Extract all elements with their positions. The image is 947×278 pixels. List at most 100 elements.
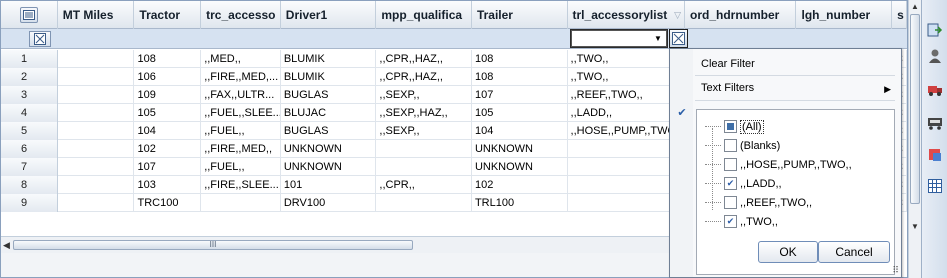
table-cell[interactable]: ,,SEXP,, [376,122,472,140]
table-cell[interactable] [568,140,685,158]
filter-value-item[interactable]: ✔ ,,TWO,, [705,214,778,229]
filter-value-item[interactable]: (Blanks) [705,138,780,153]
table-cell[interactable]: ,,MED,, [201,50,281,68]
table-cell[interactable]: ,,SEXP,,HAZ,, [376,104,472,122]
dispatch-icon[interactable] [925,145,945,165]
user-icon[interactable] [925,46,945,66]
table-cell[interactable]: 103 [134,176,202,194]
truck-icon[interactable] [925,80,945,100]
table-cell[interactable]: ,,CPR,,HAZ,, [376,50,472,68]
table-cell[interactable]: UNKNOWN [281,158,377,176]
grid-view-icon[interactable] [925,176,945,196]
table-cell[interactable] [568,194,685,212]
column-header-trailer[interactable]: Trailer [472,1,568,29]
row-header[interactable]: 1 [1,50,58,68]
column-header-tractor[interactable]: Tractor [134,1,202,29]
row-header[interactable]: 4 [1,104,58,122]
column-header-trc-accesso[interactable]: trc_accesso [201,1,281,29]
scroll-left-icon[interactable]: ◀ [3,240,10,251]
table-cell[interactable] [376,194,472,212]
table-cell[interactable] [568,176,685,194]
column-header-lgh-number[interactable]: lgh_number [796,1,893,29]
table-cell[interactable] [58,86,135,104]
table-cell[interactable]: 105 [134,104,202,122]
table-cell[interactable] [376,140,472,158]
ok-button[interactable]: OK [758,241,818,263]
table-cell[interactable] [58,176,135,194]
table-cell[interactable]: 106 [134,68,202,86]
column-header-ord-hdrnumber[interactable]: ord_hdrnumber [685,1,797,29]
table-cell[interactable]: 109 [134,86,202,104]
table-cell[interactable] [58,104,135,122]
table-cell[interactable]: ,,LADD,, [568,104,685,122]
table-cell[interactable]: UNKNOWN [472,158,568,176]
filter-menu-button[interactable] [669,29,688,48]
table-cell[interactable]: BLUMIK [281,68,377,86]
table-cell[interactable]: BLUJAC [281,104,377,122]
table-cell[interactable]: ,,FUEL,, [201,158,281,176]
table-cell[interactable]: ,,REEF,,TWO,, [568,86,685,104]
trl-accessorylist-filter-combo[interactable]: ▼ [570,29,668,48]
table-cell[interactable]: ,,TWO,, [568,68,685,86]
table-cell[interactable]: 104 [472,122,568,140]
table-cell[interactable] [58,158,135,176]
clear-filter-menu-item[interactable]: Clear Filter [701,58,755,70]
table-cell[interactable] [58,140,135,158]
table-cell[interactable]: DRV100 [281,194,377,212]
filter-value-checkbox[interactable] [724,120,737,133]
filter-row-clear-button[interactable] [29,31,51,47]
table-cell[interactable]: 108 [472,68,568,86]
table-cell[interactable]: BUGLAS [281,86,377,104]
resize-grip-icon[interactable]: ⠿ [892,265,899,276]
table-cell[interactable]: 108 [472,50,568,68]
table-cell[interactable]: BLUMIK [281,50,377,68]
table-cell[interactable] [58,50,135,68]
table-cell[interactable]: ,,TWO,, [568,50,685,68]
table-cell[interactable]: ,,CPR,,HAZ,, [376,68,472,86]
table-cell[interactable]: TRC100 [134,194,202,212]
vertical-scrollbar[interactable]: ▲ ▼ [908,0,921,278]
filter-value-item[interactable]: (All) [705,119,764,134]
filter-value-item[interactable]: ,,HOSE,,PUMP,,TWO,, [705,157,852,172]
row-header[interactable]: 9 [1,194,58,212]
table-cell[interactable]: ,,FUEL,, [201,122,281,140]
table-cell[interactable]: ,,CPR,, [376,176,472,194]
horizontal-scroll-thumb[interactable]: III [13,240,413,250]
table-cell[interactable]: 102 [134,140,202,158]
table-cell[interactable] [568,158,685,176]
text-filters-menu-item[interactable]: Text Filters [701,82,754,94]
table-cell[interactable]: 104 [134,122,202,140]
row-header[interactable]: 5 [1,122,58,140]
table-cell[interactable]: ,,HOSE,,PUMP,,TWO,, [568,122,685,140]
scroll-down-icon[interactable]: ▼ [911,222,919,231]
table-cell[interactable]: 101 [281,176,377,194]
column-chooser-button[interactable] [19,7,38,23]
table-cell[interactable]: ,,FIRE,,MED,, [201,140,281,158]
column-header-mpp-qualifica[interactable]: mpp_qualifica [376,1,472,29]
column-header-trl-accessorylist[interactable]: trl_accessorylist ▽ [568,1,685,29]
row-header[interactable]: 3 [1,86,58,104]
table-cell[interactable]: 108 [134,50,202,68]
horizontal-scrollbar[interactable]: ◀ III [1,236,671,253]
filter-value-item[interactable]: ✔ ,,LADD,, [705,176,782,191]
table-cell[interactable]: TRL100 [472,194,568,212]
table-cell[interactable]: ,,FAX,,ULTR... [201,86,281,104]
chevron-down-icon[interactable]: ▼ [651,32,665,45]
table-cell[interactable]: 105 [472,104,568,122]
table-cell[interactable]: ,,FUEL,,SLEE... [201,104,281,122]
table-cell[interactable]: 107 [472,86,568,104]
table-cell[interactable]: UNKNOWN [472,140,568,158]
table-cell[interactable] [58,194,135,212]
export-icon[interactable] [925,20,945,40]
row-header[interactable]: 2 [1,68,58,86]
table-cell[interactable] [58,122,135,140]
filter-value-checkbox[interactable] [724,196,737,209]
filter-value-checkbox[interactable]: ✔ [724,177,737,190]
filter-value-checkbox[interactable] [724,158,737,171]
table-cell[interactable]: ,,SEXP,, [376,86,472,104]
filter-value-checkbox[interactable]: ✔ [724,215,737,228]
table-cell[interactable]: 102 [472,176,568,194]
table-cell[interactable]: BUGLAS [281,122,377,140]
column-header-driver1[interactable]: Driver1 [281,1,377,29]
column-header-mt-miles[interactable]: MT Miles [58,1,135,29]
